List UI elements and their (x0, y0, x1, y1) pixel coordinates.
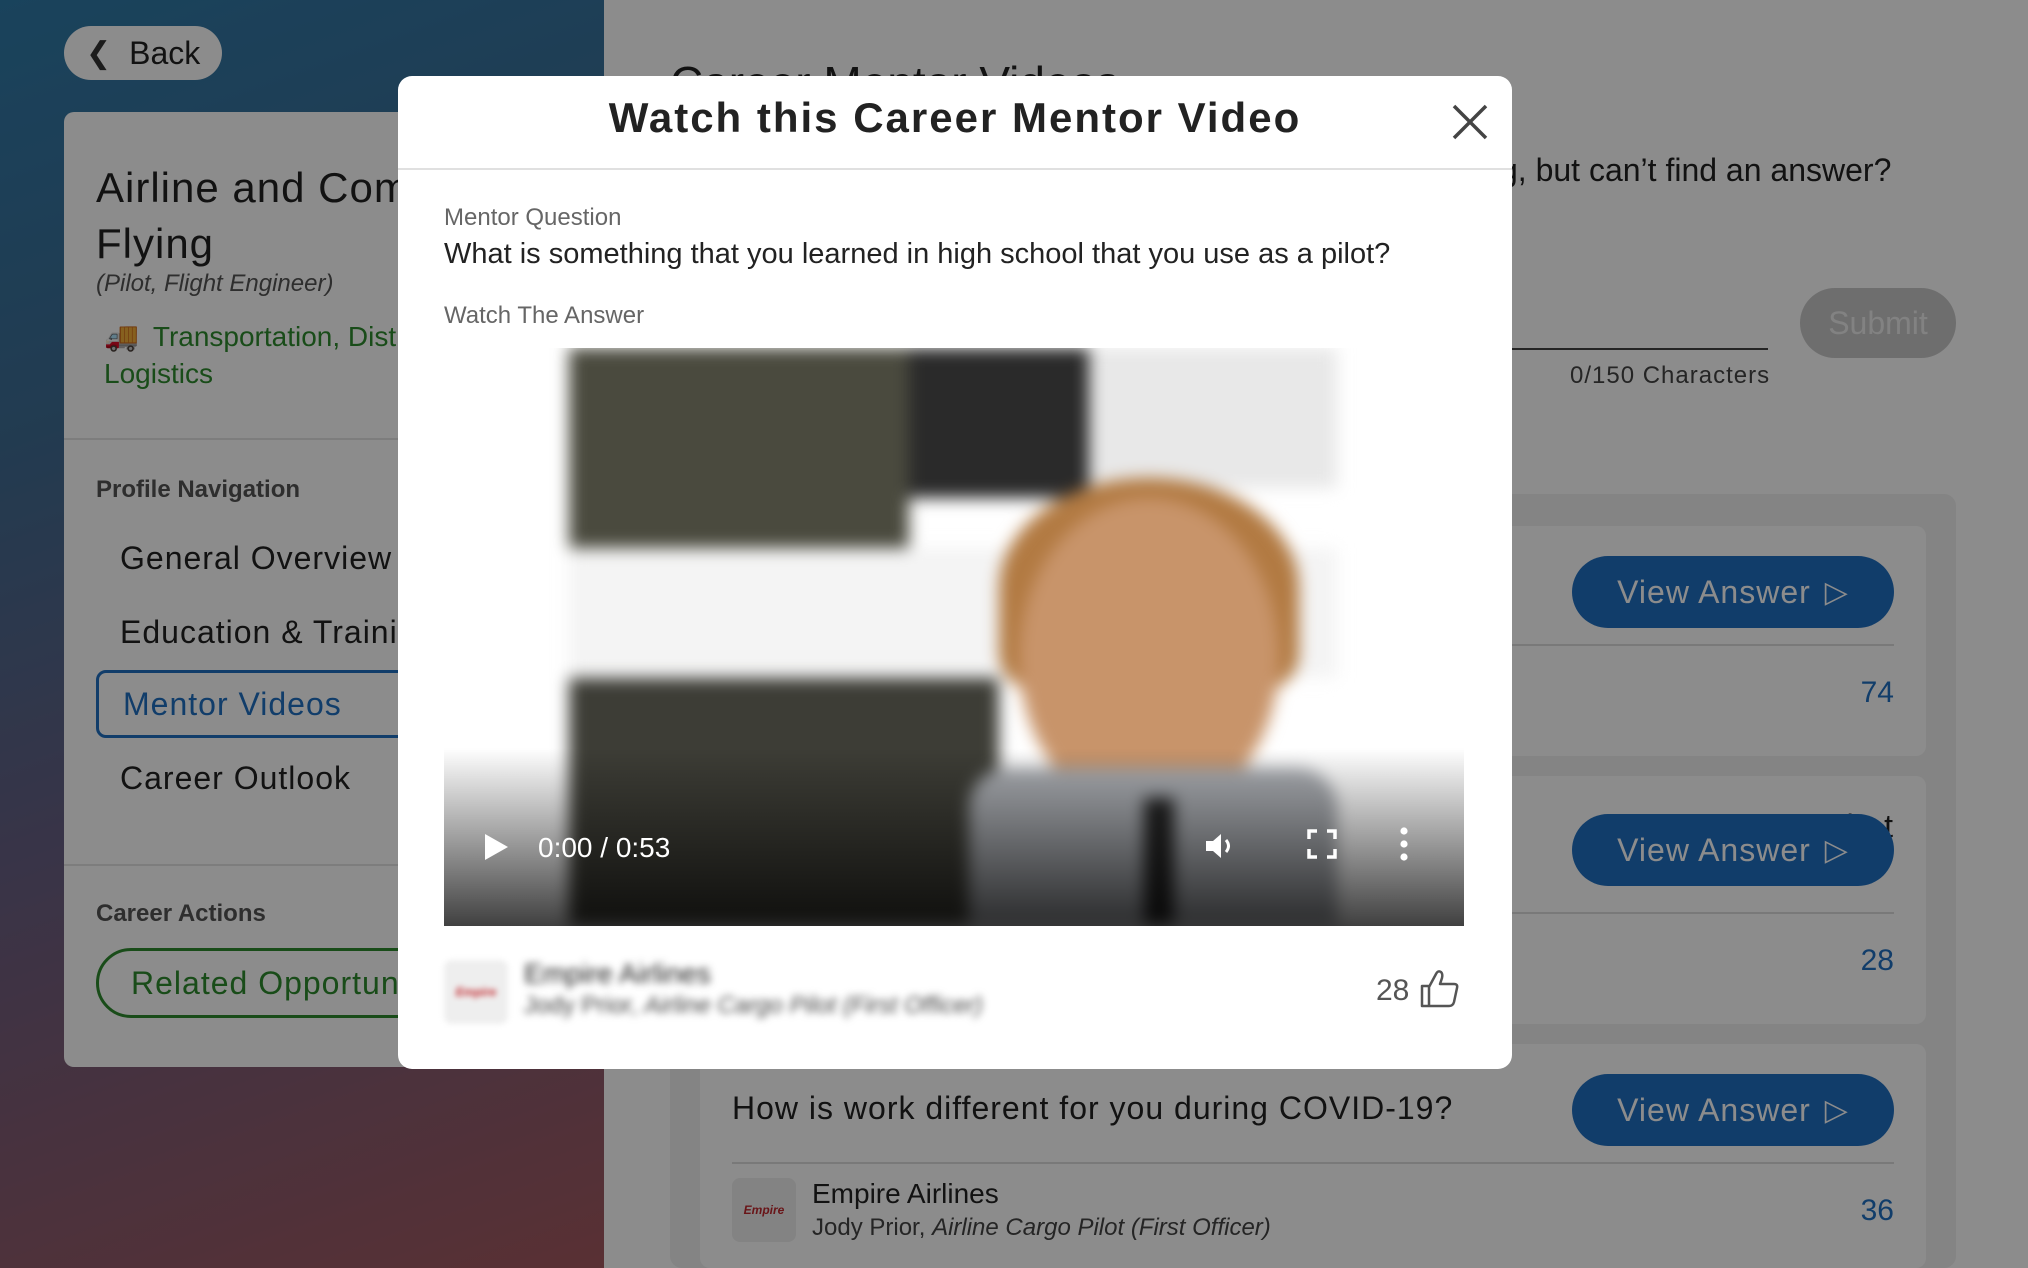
close-icon[interactable] (1448, 100, 1492, 144)
mentor-question-label: Mentor Question (444, 204, 622, 231)
mentor-video-modal: Watch this Career Mentor Video Mentor Qu… (398, 76, 1512, 1069)
modal-divider (398, 168, 1512, 170)
like-count: 28 (1376, 974, 1410, 1007)
video-player[interactable]: 0:00 / 0:53 (444, 348, 1464, 926)
modal-title: Watch this Career Mentor Video (608, 94, 1302, 141)
volume-icon[interactable] (1200, 826, 1240, 866)
fullscreen-icon[interactable] (1306, 828, 1338, 860)
more-options-icon[interactable] (1398, 826, 1410, 862)
mentor-name: Jody Prior, (524, 992, 638, 1019)
mentor-role: Airline Cargo Pilot (First Officer) (644, 992, 983, 1019)
mentor-question-text: What is something that you learned in hi… (444, 238, 1391, 270)
company-logo: Empire (444, 960, 508, 1024)
play-icon[interactable] (482, 832, 510, 862)
mentor-line: Jody Prior, Airline Cargo Pilot (First O… (524, 992, 983, 1020)
video-time: 0:00 / 0:53 (538, 832, 671, 863)
thumbs-up-icon[interactable] (1418, 966, 1462, 1010)
watch-answer-label: Watch The Answer (444, 302, 645, 329)
company-name: Empire Airlines (524, 958, 711, 989)
